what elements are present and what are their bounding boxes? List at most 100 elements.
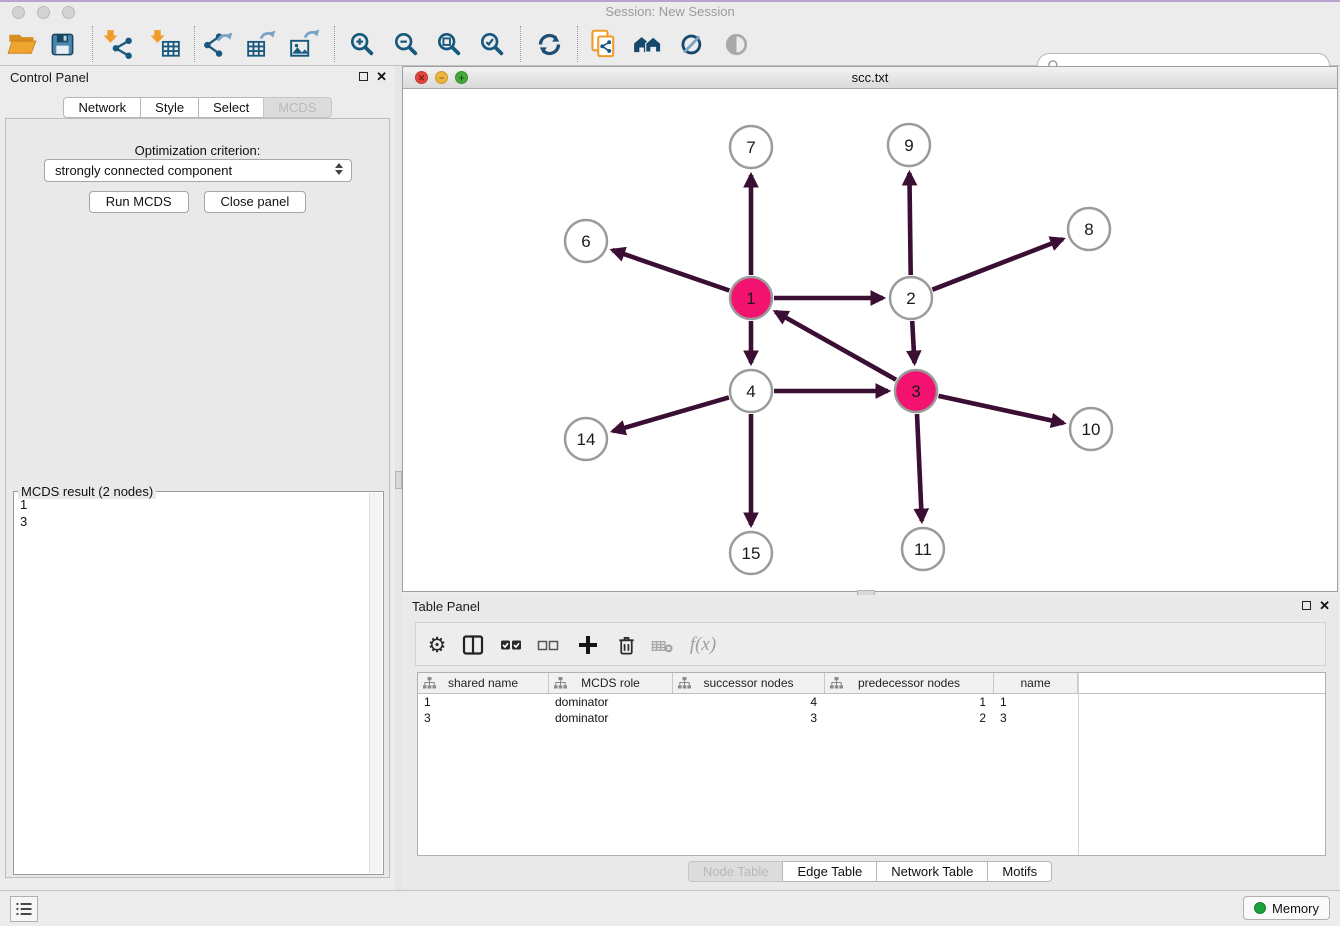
- tab-node-table[interactable]: Node Table: [688, 861, 784, 882]
- optimization-criterion-label: Optimization criterion:: [6, 143, 389, 158]
- node-label: 1: [746, 289, 755, 308]
- splitter-handle[interactable]: [395, 471, 402, 489]
- result-scrollbar[interactable]: [369, 493, 382, 873]
- task-history-button[interactable]: [10, 896, 38, 922]
- graph-node-2[interactable]: 2: [890, 277, 932, 319]
- toolbar-separator: [334, 26, 335, 62]
- graph-node-9[interactable]: 9: [888, 124, 930, 166]
- graph-node-15[interactable]: 15: [730, 532, 772, 574]
- mcds-result-box: MCDS result (2 nodes) 1 3: [13, 491, 384, 875]
- toggle-graphics-details-button[interactable]: [675, 27, 709, 61]
- cyndex-button[interactable]: [631, 27, 665, 61]
- edge-2-3[interactable]: [912, 321, 914, 363]
- delete-column-button[interactable]: [611, 630, 641, 660]
- table-row[interactable]: 1dominator411: [418, 694, 1325, 710]
- close-panel-icon[interactable]: ✕: [376, 72, 387, 81]
- tab-mcds[interactable]: MCDS: [263, 97, 331, 118]
- column-visibility-button[interactable]: [458, 630, 488, 660]
- float-table-panel-icon[interactable]: [1302, 601, 1311, 610]
- toolbar-separator: [92, 26, 93, 62]
- save-session-button[interactable]: [45, 27, 79, 61]
- edge-3-1[interactable]: [775, 312, 896, 380]
- deselect-all-button[interactable]: [533, 630, 563, 660]
- table-column-border: [1078, 673, 1079, 855]
- zoom-in-button[interactable]: [345, 27, 379, 61]
- table-cell[interactable]: 1: [418, 694, 549, 710]
- table-cell[interactable]: 3: [418, 710, 549, 726]
- graph-node-8[interactable]: 8: [1068, 208, 1110, 250]
- zoom-fit-button[interactable]: [432, 27, 466, 61]
- column-header-shared-name[interactable]: shared name: [418, 673, 549, 693]
- export-table-button[interactable]: [245, 27, 279, 61]
- mcds-tab-content: Optimization criterion: strongly connect…: [5, 118, 390, 878]
- close-panel-button[interactable]: Close panel: [204, 191, 307, 213]
- control-panel-tabs: NetworkStyleSelectMCDS: [0, 97, 395, 118]
- contrast-eye-icon: [723, 31, 750, 58]
- column-header-name[interactable]: name: [994, 673, 1078, 693]
- network-window-titlebar: ✕ − + scc.txt: [403, 67, 1337, 89]
- graph-node-6[interactable]: 6: [565, 220, 607, 262]
- edge-1-6[interactable]: [613, 250, 730, 290]
- close-table-panel-icon[interactable]: ✕: [1319, 601, 1330, 610]
- memory-button[interactable]: Memory: [1243, 896, 1330, 920]
- edge-3-11[interactable]: [917, 414, 922, 521]
- tab-network[interactable]: Network: [63, 97, 141, 118]
- tab-edge-table[interactable]: Edge Table: [782, 861, 877, 882]
- tab-select[interactable]: Select: [198, 97, 264, 118]
- table-cell[interactable]: 3: [994, 710, 1078, 726]
- table-cell[interactable]: 1: [994, 694, 1078, 710]
- select-all-button[interactable]: [496, 630, 526, 660]
- table-cell[interactable]: 1: [825, 694, 994, 710]
- export-image-button[interactable]: [288, 27, 322, 61]
- table-cell[interactable]: 2: [825, 710, 994, 726]
- tab-motifs[interactable]: Motifs: [987, 861, 1052, 882]
- export-network-icon: [202, 28, 234, 60]
- memory-label: Memory: [1272, 901, 1319, 916]
- table-settings-button[interactable]: ⚙: [422, 630, 452, 660]
- column-header-predecessor-nodes[interactable]: predecessor nodes: [825, 673, 994, 693]
- zoom-out-button[interactable]: [389, 27, 423, 61]
- graph-node-1[interactable]: 1: [730, 277, 772, 319]
- table-cell[interactable]: 3: [673, 710, 825, 726]
- edge-4-14[interactable]: [613, 397, 729, 431]
- export-network-button[interactable]: [201, 27, 235, 61]
- table-cell[interactable]: dominator: [549, 694, 673, 710]
- import-table-button[interactable]: [148, 27, 182, 61]
- graph-node-11[interactable]: 11: [902, 528, 944, 570]
- graph-node-7[interactable]: 7: [730, 126, 772, 168]
- table-row[interactable]: 3dominator323: [418, 710, 1325, 726]
- edge-3-10[interactable]: [939, 396, 1064, 423]
- table-cell[interactable]: dominator: [549, 710, 673, 726]
- edge-2-9[interactable]: [909, 173, 910, 275]
- apply-layout-button[interactable]: [532, 27, 566, 61]
- tab-style[interactable]: Style: [140, 97, 199, 118]
- graph-node-14[interactable]: 14: [565, 418, 607, 460]
- run-mcds-button[interactable]: Run MCDS: [89, 191, 189, 213]
- graphics-details-slash-icon: [679, 31, 706, 58]
- zoom-selected-button[interactable]: [475, 27, 509, 61]
- open-session-button[interactable]: [5, 27, 39, 61]
- show-hide-panel-button[interactable]: [719, 27, 753, 61]
- optimization-criterion-dropdown[interactable]: strongly connected component: [44, 159, 352, 182]
- edge-2-8[interactable]: [932, 239, 1063, 290]
- vertical-splitter[interactable]: [395, 66, 402, 890]
- window-accent-border: [0, 0, 1340, 2]
- column-header-successor-nodes[interactable]: successor nodes: [673, 673, 825, 693]
- import-network-button[interactable]: [101, 27, 135, 61]
- tree-icon: [423, 677, 436, 689]
- import-network-icon: [102, 28, 134, 60]
- node-label: 3: [911, 382, 920, 401]
- node-table: shared nameMCDS rolesuccessor nodesprede…: [417, 672, 1326, 856]
- table-header-row: shared nameMCDS rolesuccessor nodesprede…: [418, 673, 1325, 694]
- list-icon: [14, 899, 34, 919]
- create-column-button[interactable]: [573, 630, 603, 660]
- network-canvas[interactable]: 1 2 3 4 6 7 8 9 10 11 14 15: [403, 89, 1337, 591]
- float-panel-icon[interactable]: [359, 72, 368, 81]
- clone-network-button[interactable]: [587, 27, 621, 61]
- graph-node-10[interactable]: 10: [1070, 408, 1112, 450]
- tab-network-table[interactable]: Network Table: [876, 861, 988, 882]
- table-cell[interactable]: 4: [673, 694, 825, 710]
- graph-node-4[interactable]: 4: [730, 370, 772, 412]
- column-header-MCDS-role[interactable]: MCDS role: [549, 673, 673, 693]
- graph-node-3[interactable]: 3: [895, 370, 937, 412]
